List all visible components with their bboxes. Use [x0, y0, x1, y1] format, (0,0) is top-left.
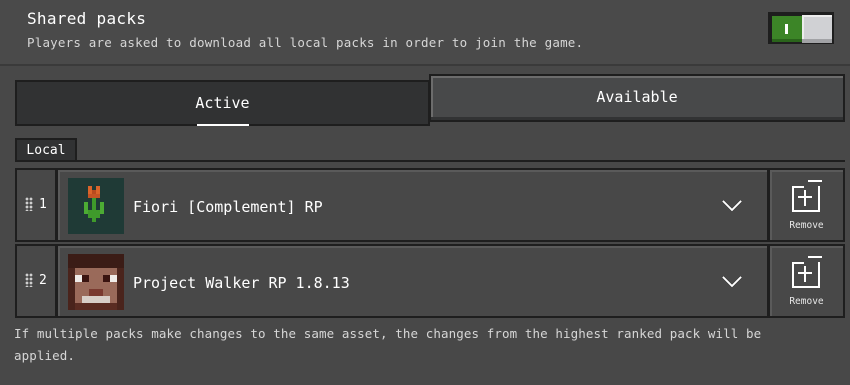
remove-button[interactable]: Remove — [768, 168, 845, 242]
shared-packs-header: Shared packs Players are asked to downlo… — [0, 0, 850, 66]
remove-label: Remove — [789, 296, 824, 307]
pack-rank: 2 — [39, 273, 47, 288]
pack-name: Project Walker RP 1.8.13 — [133, 274, 350, 292]
shared-packs-description: Players are asked to download all local … — [27, 35, 584, 50]
pack-item[interactable]: Project Walker RP 1.8.13 — [56, 244, 769, 318]
pack-name: Fiori [Complement] RP — [133, 198, 323, 216]
tab-available[interactable]: Available — [429, 74, 845, 122]
toggle-knob[interactable] — [802, 15, 832, 43]
chevron-down-icon[interactable] — [722, 276, 742, 288]
pack-rank: 1 — [39, 197, 47, 212]
tulip-flower-icon — [68, 178, 124, 234]
zombie-face-icon — [68, 254, 124, 310]
remove-pack-icon — [792, 256, 822, 288]
pack-row: 1 Fiori [Complement] RP Remove — [15, 168, 845, 244]
pack-item[interactable]: Fiori [Complement] RP — [56, 168, 769, 242]
tab-active[interactable]: Active — [15, 80, 430, 126]
tab-available-label: Available — [596, 88, 678, 106]
drag-handle[interactable]: 2 — [15, 244, 57, 318]
local-section-tab: Local — [15, 138, 77, 162]
drag-grip-icon — [25, 197, 33, 211]
tab-active-label: Active — [195, 94, 250, 112]
shared-packs-toggle[interactable] — [768, 12, 834, 44]
pack-priority-note: If multiple packs make changes to the sa… — [14, 326, 762, 363]
pack-tabs: Active Available — [15, 74, 845, 126]
shared-packs-title: Shared packs — [27, 9, 147, 28]
list-divider — [15, 160, 845, 162]
drag-grip-icon — [25, 273, 33, 287]
remove-label: Remove — [789, 220, 824, 231]
chevron-down-icon[interactable] — [722, 200, 742, 212]
remove-button[interactable]: Remove — [768, 244, 845, 318]
remove-pack-icon — [792, 180, 822, 212]
tab-active-underline — [197, 124, 249, 126]
pack-row: 2 Project Walker RP 1.8.13 Remove — [15, 244, 845, 320]
toggle-on-indicator — [772, 16, 802, 42]
drag-handle[interactable]: 1 — [15, 168, 57, 242]
